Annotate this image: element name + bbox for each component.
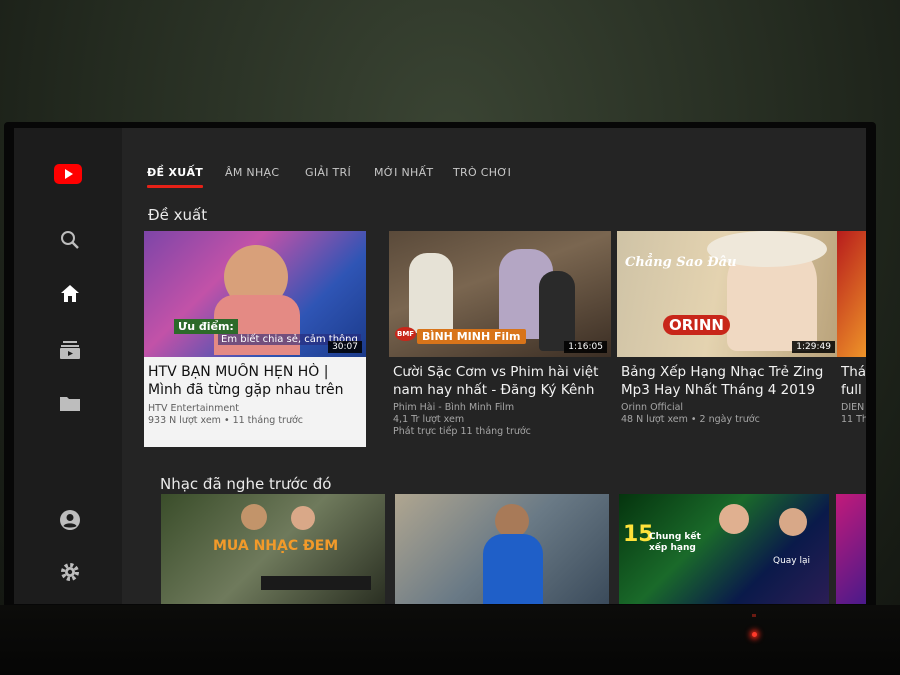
thumbnail-caption: MUA NHẠC ĐEM (213, 538, 339, 554)
video-title: Thá full (841, 364, 866, 398)
thumbnail-person (291, 506, 315, 530)
video-channel: Orinn Official (621, 402, 684, 413)
tab-entertainment[interactable]: GIẢI TRÍ (305, 166, 351, 179)
left-sidebar (14, 128, 122, 604)
thumbnail-song-title: Chẳng Sao Đâu (625, 255, 737, 270)
video-title: HTV BẠN MUỐN HẸN HÒ | Mình đã từng gặp n… (148, 364, 344, 398)
video-thumbnail (837, 231, 866, 357)
video-channel: DIEN (841, 402, 865, 413)
video-stats-live: Phát trực tiếp 11 tháng trước (393, 426, 531, 437)
thumbnail-person (495, 504, 529, 538)
thumbnail-person (719, 504, 749, 534)
thumbnail-person (539, 271, 575, 351)
thumbnail-person (409, 253, 453, 333)
video-card[interactable]: Thá full DIEN 11 Th (837, 231, 866, 426)
video-title: Cười Sặc Cơm vs Phim hài việt nam hay nh… (393, 364, 599, 398)
thumbnail-person (241, 504, 267, 530)
video-channel: HTV Entertainment (148, 403, 240, 414)
thumbnail-piano (261, 576, 371, 590)
video-stats: 4,1 Tr lượt xem (393, 414, 465, 425)
video-thumbnail: BÌNH MINH Film BMF 1:16:05 (389, 231, 611, 357)
video-thumbnail: Ưu điểm: Em biết chia sẻ, cảm thông 30:0… (144, 231, 366, 357)
video-card[interactable]: BÌNH MINH Film BMF 1:16:05 Cười Sặc Cơm … (389, 231, 611, 438)
thumbnail-caption: Quay lại (773, 556, 811, 566)
subscriptions-icon[interactable] (58, 338, 82, 362)
video-thumbnail: Chẳng Sao Đâu ORINN 1:29:49 (617, 231, 839, 357)
video-stats: 933 N lượt xem • 11 tháng trước (148, 415, 304, 426)
home-icon[interactable] (58, 282, 82, 306)
video-duration: 1:29:49 (792, 341, 835, 353)
tab-latest[interactable]: MỚI NHẤT (374, 166, 433, 179)
youtube-logo[interactable] (54, 164, 82, 184)
video-thumbnail[interactable] (395, 494, 609, 604)
thumbnail-caption: Ưu điểm: (174, 319, 238, 334)
video-card[interactable]: Chẳng Sao Đâu ORINN 1:29:49 Bảng Xếp Hạn… (617, 231, 839, 426)
library-folder-icon[interactable] (58, 391, 82, 415)
thumbnail-brand-badge: BMF (395, 327, 417, 341)
video-duration: 1:16:05 (564, 341, 607, 353)
video-stats: 11 Th (841, 414, 866, 425)
tv-screen: ĐỀ XUẤT ÂM NHẠC GIẢI TRÍ MỚI NHẤT TRÒ CH… (14, 128, 866, 604)
thumbnail-brand: ORINN (663, 315, 730, 335)
search-icon[interactable] (58, 228, 82, 252)
thumbnail-caption: Chung kết xếp hạng (649, 532, 701, 553)
video-title: Bảng Xếp Hạng Nhạc Trẻ Zing Mp3 Hay Nhất… (621, 364, 824, 398)
tv-indicator-housing (752, 614, 756, 617)
video-stats: 48 N lượt xem • 2 ngày trước (621, 414, 760, 425)
tv-stand-area (0, 605, 900, 675)
section-title-recommended: Đề xuất (148, 206, 208, 224)
section-title-history: Nhạc đã nghe trước đó (160, 475, 332, 493)
tab-music[interactable]: ÂM NHẠC (225, 166, 279, 179)
tv-power-led (752, 632, 757, 637)
account-icon[interactable] (58, 508, 82, 532)
thumbnail-person-shirt (483, 534, 543, 604)
video-thumbnail[interactable]: MUA NHẠC ĐEM (161, 494, 385, 604)
video-thumbnail[interactable]: 15 Chung kết xếp hạng Quay lại (619, 494, 829, 604)
video-duration: 30:07 (328, 341, 362, 353)
video-thumbnail[interactable] (836, 494, 866, 604)
video-card[interactable]: Ưu điểm: Em biết chia sẻ, cảm thông 30:0… (144, 231, 366, 447)
tab-gaming[interactable]: TRÒ CHƠI (453, 166, 511, 179)
video-channel: Phim Hài - Bình Minh Film (393, 402, 515, 413)
tab-recommended[interactable]: ĐỀ XUẤT (147, 166, 204, 188)
gear-icon[interactable] (58, 560, 82, 584)
thumbnail-brand: BÌNH MINH Film (417, 329, 526, 344)
thumbnail-person (779, 508, 807, 536)
